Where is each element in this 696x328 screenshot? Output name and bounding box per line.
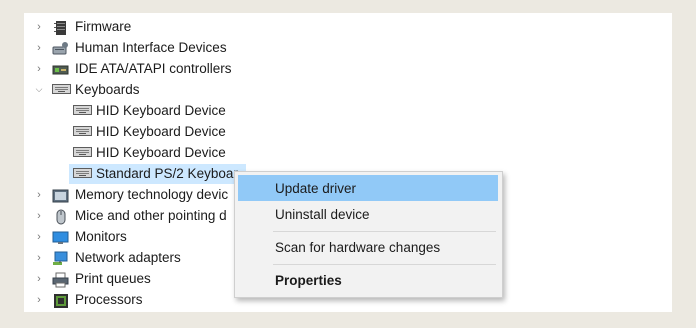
firmware-icon (52, 20, 69, 35)
tree-item-label: Processors (75, 292, 143, 307)
hid-icon (52, 41, 69, 55)
tree-item-label: Network adapters (75, 250, 181, 265)
tree-item-label: HID Keyboard Device (96, 124, 226, 139)
tree-item-label: Mice and other pointing d (75, 208, 227, 223)
mouse-icon (52, 209, 69, 224)
chevron-right-icon[interactable]: › (33, 294, 45, 306)
tree-item-human-interface-devices[interactable]: › Human Interface Devices (24, 37, 227, 58)
tree-item-label: Monitors (75, 229, 127, 244)
chevron-right-icon[interactable]: › (33, 189, 45, 201)
tree-item-standard-ps2-keyboard[interactable]: Standard PS/2 Keyboar (24, 163, 246, 184)
tree-item-label: Keyboards (75, 82, 140, 97)
chevron-down-icon[interactable]: ⌵ (33, 84, 45, 96)
menu-item-update-driver[interactable]: Update driver (238, 175, 498, 201)
keyboard-icon (73, 104, 92, 118)
tree-item-firmware[interactable]: › Firmware (24, 16, 131, 37)
chevron-right-icon[interactable]: › (33, 21, 45, 33)
keyboard-icon (73, 167, 92, 181)
chevron-right-icon[interactable]: › (33, 231, 45, 243)
tree-item-ide-controllers[interactable]: › IDE ATA/ATAPI controllers (24, 58, 232, 79)
tree-item-monitors[interactable]: › Monitors (24, 226, 127, 247)
context-menu: Update driver Uninstall device Scan for … (234, 171, 503, 298)
selection-highlight: Standard PS/2 Keyboar (69, 163, 246, 184)
chevron-right-icon[interactable]: › (33, 273, 45, 285)
tree-item-label: Standard PS/2 Keyboar (96, 166, 238, 181)
menu-item-properties[interactable]: Properties (238, 267, 498, 293)
tree-item-hid-keyboard-2[interactable]: HID Keyboard Device (24, 121, 226, 142)
memory-icon (52, 188, 69, 202)
tree-item-label: Memory technology devic (75, 187, 229, 202)
tree-item-memory-technology-devices[interactable]: › Memory technology devic (24, 184, 228, 205)
ide-controller-icon (52, 62, 69, 76)
chevron-right-icon[interactable]: › (33, 42, 45, 54)
menu-separator (273, 264, 496, 265)
network-icon (52, 251, 69, 265)
keyboard-icon (73, 146, 92, 160)
menu-item-uninstall-device[interactable]: Uninstall device (238, 201, 498, 227)
tree-item-label: Print queues (75, 271, 151, 286)
tree-item-network-adapters[interactable]: › Network adapters (24, 247, 181, 268)
chevron-right-icon[interactable]: › (33, 210, 45, 222)
menu-separator (273, 231, 496, 232)
tree-item-label: Human Interface Devices (75, 40, 227, 55)
chevron-right-icon[interactable]: › (33, 63, 45, 75)
tree-item-print-queues[interactable]: › Print queues (24, 268, 151, 289)
keyboard-icon (73, 125, 92, 139)
printer-icon (52, 272, 69, 287)
tree-item-label: IDE ATA/ATAPI controllers (75, 61, 232, 76)
tree-item-keyboards[interactable]: ⌵ Keyboards (24, 79, 140, 100)
tree-item-hid-keyboard-1[interactable]: HID Keyboard Device (24, 100, 226, 121)
tree-item-mice[interactable]: › Mice and other pointing d (24, 205, 227, 226)
tree-item-processors[interactable]: › Processors (24, 289, 143, 310)
processor-icon (52, 293, 69, 308)
tree-item-label: HID Keyboard Device (96, 145, 226, 160)
keyboard-icon (52, 83, 71, 97)
menu-item-scan-hardware-changes[interactable]: Scan for hardware changes (238, 234, 498, 260)
tree-item-hid-keyboard-3[interactable]: HID Keyboard Device (24, 142, 226, 163)
tree-item-label: HID Keyboard Device (96, 103, 226, 118)
tree-item-label: Firmware (75, 19, 132, 34)
chevron-right-icon[interactable]: › (33, 252, 45, 264)
monitor-icon (52, 230, 69, 244)
